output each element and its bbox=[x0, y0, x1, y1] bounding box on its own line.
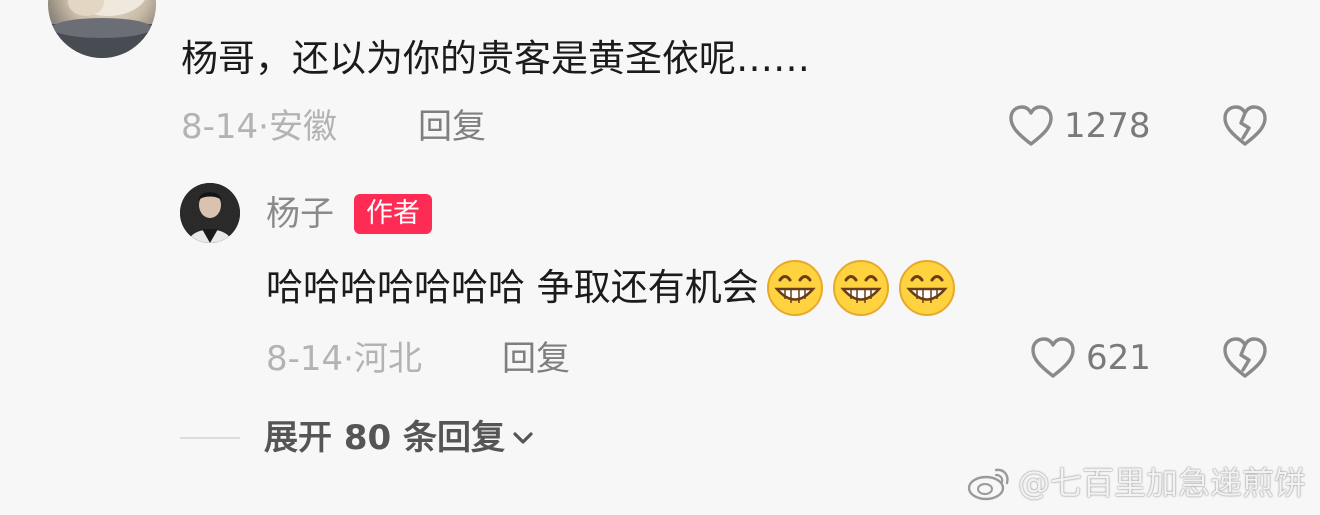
comment-reply-button[interactable]: 回复 bbox=[418, 105, 486, 149]
comment-meta: 8-14·安徽 bbox=[181, 105, 337, 149]
author-name[interactable]: 杨子 bbox=[266, 192, 334, 236]
heart-icon bbox=[1030, 336, 1076, 380]
comment-dislike-button[interactable] bbox=[1222, 104, 1268, 148]
comment-like-count: 1278 bbox=[1064, 106, 1151, 146]
grin-emoji bbox=[897, 258, 957, 318]
reply-date: 8-14 bbox=[266, 339, 344, 379]
meta-separator: · bbox=[343, 339, 354, 379]
chevron-down-icon bbox=[509, 424, 537, 452]
expand-replies-label: 展开 80 条回复 bbox=[264, 418, 505, 458]
reply-location: 河北 bbox=[353, 339, 422, 379]
expand-replies-button[interactable]: 展开 80 条回复 bbox=[264, 416, 537, 460]
reply-meta: 8-14·河北 bbox=[266, 337, 422, 381]
grin-emoji bbox=[831, 258, 891, 318]
author-badge: 作者 bbox=[354, 194, 432, 234]
commenter-avatar[interactable] bbox=[48, 0, 156, 58]
broken-heart-icon bbox=[1222, 104, 1268, 148]
reply-dislike-button[interactable] bbox=[1222, 336, 1268, 380]
reply-text-row: 哈哈哈哈哈哈哈 争取还有机会 bbox=[266, 258, 957, 318]
comment-like-button[interactable]: 1278 bbox=[1008, 104, 1151, 148]
comment-location: 安徽 bbox=[268, 107, 337, 147]
broken-heart-icon bbox=[1222, 336, 1268, 380]
emoji-group bbox=[765, 258, 957, 318]
comment-date: 8-14 bbox=[181, 107, 259, 147]
expand-divider bbox=[180, 437, 240, 439]
author-avatar-image bbox=[180, 183, 240, 243]
reply-text: 哈哈哈哈哈哈哈 争取还有机会 bbox=[266, 266, 759, 309]
reply-like-button[interactable]: 621 bbox=[1030, 336, 1151, 380]
reply-like-count: 621 bbox=[1086, 338, 1151, 378]
watermark-text: @七百里加急递煎饼 bbox=[1017, 464, 1306, 502]
grin-emoji bbox=[765, 258, 825, 318]
weibo-watermark: @七百里加急递煎饼 bbox=[966, 461, 1306, 505]
author-avatar[interactable] bbox=[180, 183, 240, 243]
reply-reply-button[interactable]: 回复 bbox=[502, 337, 570, 381]
weibo-logo-icon bbox=[966, 464, 1012, 502]
meta-separator: · bbox=[258, 107, 269, 147]
comment-text: 杨哥，还以为你的贵客是黄圣依呢…… bbox=[181, 37, 810, 80]
heart-icon bbox=[1008, 104, 1054, 148]
commenter-avatar-image bbox=[48, 0, 156, 58]
